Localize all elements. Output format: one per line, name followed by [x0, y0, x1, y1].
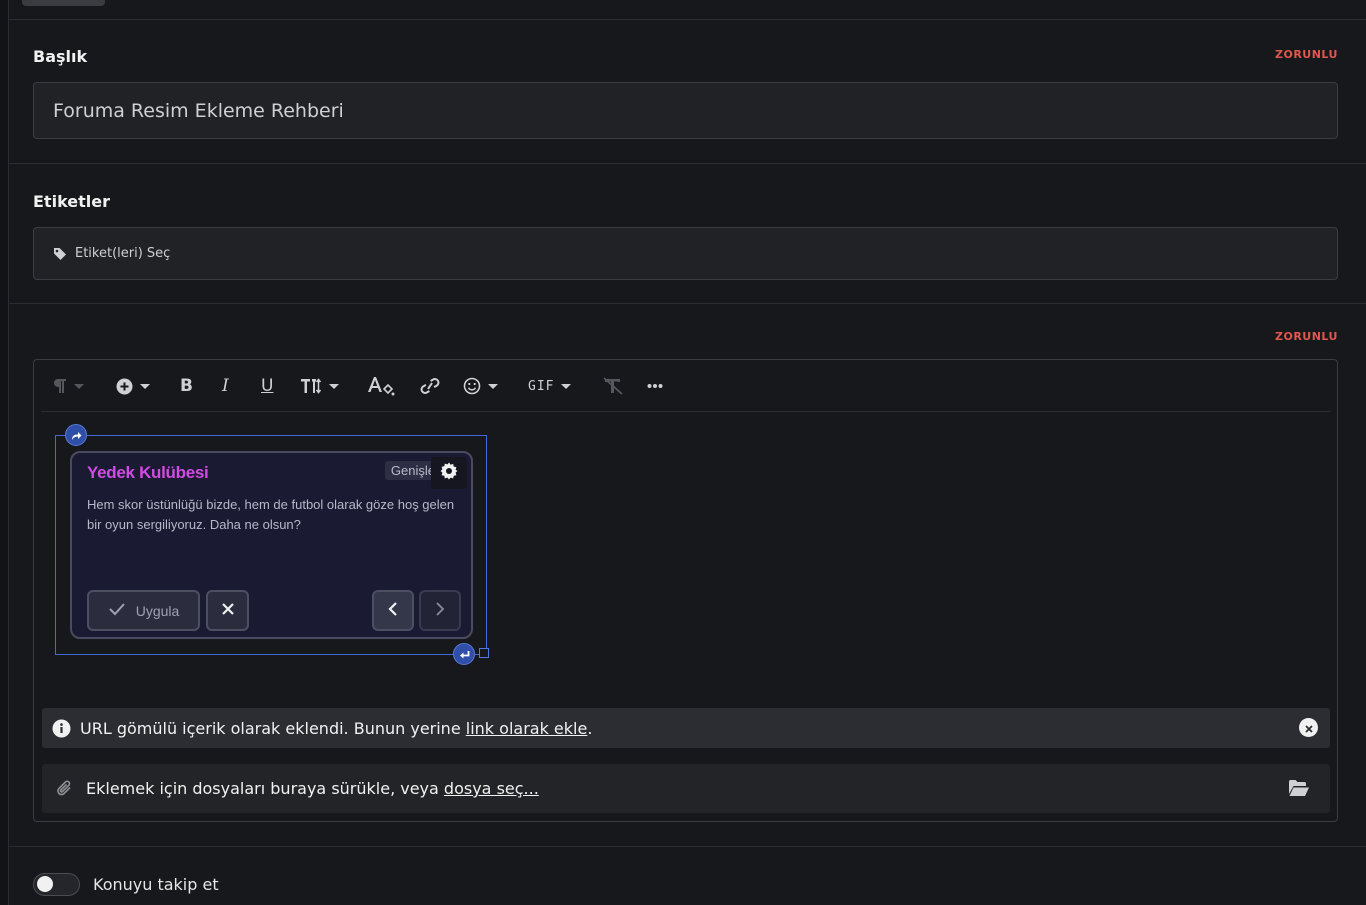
divider: [9, 303, 1366, 304]
chevron-right-icon: [435, 601, 445, 620]
follow-toggle[interactable]: [33, 873, 80, 896]
insert-button[interactable]: [116, 374, 150, 398]
italic-button[interactable]: I: [222, 374, 229, 398]
embed-card[interactable]: Yedek Kulübesi Genişle Hem skor üstünlüğ…: [70, 451, 473, 639]
pilcrow-icon: [53, 378, 67, 394]
card-next-button[interactable]: [419, 590, 461, 631]
insert-as-link[interactable]: link olarak ekle: [466, 719, 588, 738]
clear-format-icon: [602, 377, 624, 395]
text-size-icon: [300, 377, 322, 395]
tag-icon: [53, 247, 67, 261]
close-icon: [1304, 718, 1313, 737]
rich-text-editor[interactable]: B I U GIF Yedek Kulübesi Genişle Hem sko…: [33, 359, 1338, 822]
more-icon: [647, 383, 663, 389]
link-icon: [419, 377, 441, 395]
gif-label: GIF: [528, 378, 555, 394]
plus-circle-icon: [116, 378, 133, 395]
return-arrow-icon: [459, 645, 470, 664]
close-icon: [221, 601, 235, 620]
move-after-handle[interactable]: [453, 643, 475, 665]
clear-format-button[interactable]: [602, 374, 624, 398]
tags-placeholder: Etiket(leri) Seç: [75, 246, 171, 261]
choose-file-link[interactable]: dosya seç...: [444, 779, 539, 798]
tags-label: Etiketler: [33, 192, 110, 211]
tags-select[interactable]: Etiket(leri) Seç: [33, 227, 1338, 280]
move-before-handle[interactable]: [65, 424, 87, 446]
resize-handle[interactable]: [479, 648, 489, 658]
more-button[interactable]: [647, 374, 663, 398]
text-color-icon: [366, 375, 396, 397]
check-icon: [108, 602, 126, 619]
attachment-dropzone[interactable]: Eklemek için dosyaları buraya sürükle, v…: [42, 764, 1330, 813]
card-title: Yedek Kulübesi: [87, 463, 209, 482]
notice-text: URL gömülü içerik olarak eklendi. Bunun …: [80, 718, 461, 738]
notice-suffix: .: [587, 718, 593, 738]
top-button-stub[interactable]: [22, 0, 105, 6]
card-prev-button[interactable]: [372, 590, 414, 631]
card-apply-button[interactable]: Uygula: [87, 590, 200, 631]
divider: [9, 19, 1366, 20]
paperclip-icon: [56, 780, 73, 797]
info-icon: [52, 719, 71, 738]
notice-close-button[interactable]: [1299, 718, 1318, 737]
chevron-left-icon: [388, 601, 398, 620]
emoji-button[interactable]: [463, 374, 498, 398]
attach-text: Eklemek için dosyaları buraya sürükle, v…: [86, 779, 439, 798]
divider: [9, 163, 1366, 164]
follow-label: Konuyu takip et: [93, 875, 219, 894]
gif-button[interactable]: GIF: [528, 374, 572, 398]
divider: [9, 846, 1366, 847]
card-apply-label: Uygula: [135, 602, 180, 619]
folder-open-icon[interactable]: [1288, 779, 1310, 801]
card-settings-button[interactable]: [431, 457, 467, 489]
toggle-knob: [37, 876, 53, 892]
redo-arrow-icon: [71, 426, 82, 445]
editor-toolbar: B I U GIF: [41, 360, 1331, 412]
link-button[interactable]: [419, 374, 441, 398]
smile-icon: [463, 377, 481, 395]
title-label: Başlık: [33, 47, 88, 66]
card-cancel-button[interactable]: [206, 590, 249, 631]
font-size-button[interactable]: [300, 374, 339, 398]
underline-button[interactable]: U: [261, 374, 273, 398]
card-text: Hem skor üstünlüğü bizde, hem de futbol …: [87, 497, 455, 532]
paragraph-button[interactable]: [53, 374, 84, 398]
embed-notice: URL gömülü içerik olarak eklendi. Bunun …: [42, 708, 1330, 748]
gear-icon: [440, 462, 458, 484]
embed-frame[interactable]: Yedek Kulübesi Genişle Hem skor üstünlüğ…: [55, 435, 487, 655]
title-input[interactable]: [33, 82, 1338, 139]
title-required: ZORUNLU: [1275, 48, 1338, 61]
text-color-button[interactable]: [366, 374, 396, 398]
bold-button[interactable]: B: [180, 374, 193, 398]
editor-required: ZORUNLU: [1275, 330, 1338, 343]
